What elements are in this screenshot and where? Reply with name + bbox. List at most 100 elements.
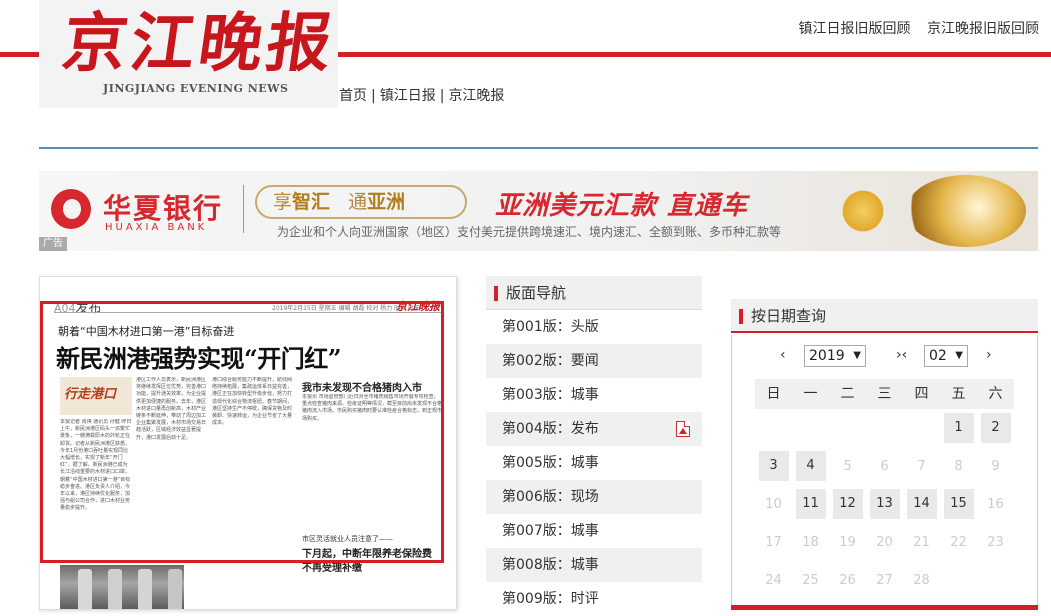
section-nav-item[interactable]: 第002版：要闻 [486, 344, 702, 378]
section-nav-label: 第006版：现场 [502, 489, 599, 505]
calendar-day-available[interactable]: 1 [940, 409, 977, 447]
calendar-day [866, 409, 903, 447]
calendar-day-available[interactable]: 13 [866, 485, 903, 523]
calendar-day-available[interactable]: 11 [792, 485, 829, 523]
calendar-week-row: 17 18 19 20 21 22 23 [755, 523, 1014, 561]
calendar-day-number: 2 [980, 413, 1011, 443]
section-nav-item[interactable]: 第007版：城事 [486, 514, 702, 548]
calendar-day: 25 [792, 561, 829, 599]
section-navigation: 版面导航 第001版：头版第002版：要闻 第003版：城事 第004版：发布第00… [486, 276, 702, 616]
section-nav-item[interactable]: 第004版：发布 [486, 412, 702, 446]
section-nav-item[interactable]: 第006版：现场 [486, 480, 702, 514]
calendar-day-available[interactable]: 4 [792, 447, 829, 485]
logo-english: JINGJIANG EVENING NEWS [103, 82, 289, 95]
pdf-icon[interactable] [676, 421, 690, 437]
section-nav-item[interactable]: 第009版：时评 [486, 582, 702, 616]
nav-home[interactable]: 首页 [339, 88, 367, 104]
bank-name: 华夏银行 [103, 192, 224, 225]
section-nav-label: 第007版：城事 [502, 523, 599, 539]
ad-banner[interactable]: 华夏银行 HUAXIA BANK 享智汇 通亚洲 亚洲美元汇款 直通车 为企业和… [39, 171, 1038, 251]
calendar-day-available[interactable]: 2 [977, 409, 1014, 447]
calendar-day-number: 16 [987, 496, 1004, 512]
weekday-label: 一 [803, 386, 818, 402]
calendar-day-number: 9 [991, 458, 1000, 474]
calendar-day-number: 15 [943, 489, 974, 519]
calendar-day: 18 [792, 523, 829, 561]
section-nav-item[interactable]: 第001版：头版 [486, 310, 702, 344]
calendar-day: 9 [977, 447, 1014, 485]
calendar-day-number: 5 [843, 458, 852, 474]
bank-name-en: HUAXIA BANK [105, 222, 208, 233]
link-zhenjiang-daily-archive[interactable]: 镇江日报旧版回顾 [799, 21, 911, 37]
calendar-week-row: 24 25 26 27 28 [755, 561, 1014, 599]
calendar-day: 22 [940, 523, 977, 561]
calendar-day-available[interactable]: 3 [755, 447, 792, 485]
calendar-day-number: 25 [802, 572, 819, 588]
calendar-week-row: 10 11 12 13 14 15 16 [755, 485, 1014, 523]
section-nav-label: 第001版：头版 [502, 319, 599, 335]
calendar-day-number: 22 [950, 534, 967, 550]
year-select[interactable]: 2019 ▼ [804, 345, 866, 367]
calendar-day-number: 17 [765, 534, 782, 550]
header-red-rule [338, 52, 1051, 57]
month-value: 02 [929, 348, 947, 364]
newspaper-page-image[interactable]: A04发布 2019年2月15日 星期五 编辑 胡磊 校对 杨力 时刻 叶天 京… [39, 276, 457, 610]
calendar-bottom-rule [731, 605, 1038, 610]
calendar-day-available[interactable]: 12 [829, 485, 866, 523]
logo-chinese: 京江晚报 [57, 6, 341, 81]
calendar-day-number: 4 [795, 451, 826, 481]
calendar-day: 20 [866, 523, 903, 561]
ad-pill-highlight: 亚洲 [367, 191, 406, 213]
month-select[interactable]: 02 ▼ [924, 345, 968, 367]
calendar-day-number: 12 [832, 489, 863, 519]
ad-subtext: 为企业和个人向亚洲国家（地区）支付美元提供跨境速汇、境内速汇、全额到账、多币种汇… [277, 225, 782, 239]
calendar-day: 8 [940, 447, 977, 485]
article-photo [60, 565, 184, 609]
section-nav-label: 第008版：城事 [502, 557, 599, 573]
calendar-week-row: 12 [755, 409, 1014, 447]
ad-pill-text: 通 [348, 191, 368, 213]
nav-jingjiang-evening[interactable]: 京江晚报 [448, 88, 504, 104]
calendar-day-number: 6 [880, 458, 889, 474]
calendar-day [977, 561, 1014, 599]
calendar-day-number: 21 [913, 534, 930, 550]
month-nav-button[interactable]: ›‹ [896, 347, 907, 363]
calendar-day: 7 [903, 447, 940, 485]
weekday-header: 日一二三四五六 [755, 379, 1014, 409]
weekday-label: 二 [840, 386, 855, 402]
calendar-day: 19 [829, 523, 866, 561]
ad-divider [243, 185, 244, 233]
weekday-label: 六 [988, 386, 1003, 402]
ad-pill-highlight: 智汇 [292, 191, 331, 213]
section-nav-title: 版面导航 [486, 276, 702, 310]
header-red-rule-left [0, 52, 39, 57]
calendar-day-available[interactable]: 14 [903, 485, 940, 523]
calendar-day: 23 [977, 523, 1014, 561]
calendar-day: 16 [977, 485, 1014, 523]
year-value: 2019 [809, 348, 845, 364]
dropdown-arrow-icon: ▼ [853, 350, 861, 361]
calendar-day-number: 13 [869, 489, 900, 519]
section-nav-item[interactable]: 第003版：城事 [486, 378, 702, 412]
section-nav-item[interactable]: 第008版：城事 [486, 548, 702, 582]
calendar-day-number: 26 [839, 572, 856, 588]
calendar-day-number: 11 [795, 489, 826, 519]
calendar-day-available[interactable]: 15 [940, 485, 977, 523]
calendar-day: 28 [903, 561, 940, 599]
calendar-day: 21 [903, 523, 940, 561]
selected-article-outline[interactable] [40, 301, 444, 563]
bank-logo-icon [51, 189, 91, 229]
nav-zhenjiang-daily[interactable]: 镇江日报 [380, 88, 436, 104]
calendar-day [940, 561, 977, 599]
calendar-week-row: 34 5 6 7 8 9 [755, 447, 1014, 485]
link-jingjiang-evening-archive[interactable]: 京江晚报旧版回顾 [927, 21, 1039, 37]
section-nav-label: 第009版：时评 [502, 591, 599, 607]
calendar-day: 10 [755, 485, 792, 523]
next-month-button[interactable]: › [986, 347, 992, 363]
section-nav-item[interactable]: 第005版：城事 [486, 446, 702, 480]
section-nav-label: 第005版：城事 [502, 455, 599, 471]
site-logo[interactable]: 京江晚报 JINGJIANG EVENING NEWS [39, 0, 341, 108]
nav-divider [39, 147, 1038, 149]
calendar-day [755, 409, 792, 447]
prev-year-button[interactable]: ‹ [780, 347, 786, 363]
